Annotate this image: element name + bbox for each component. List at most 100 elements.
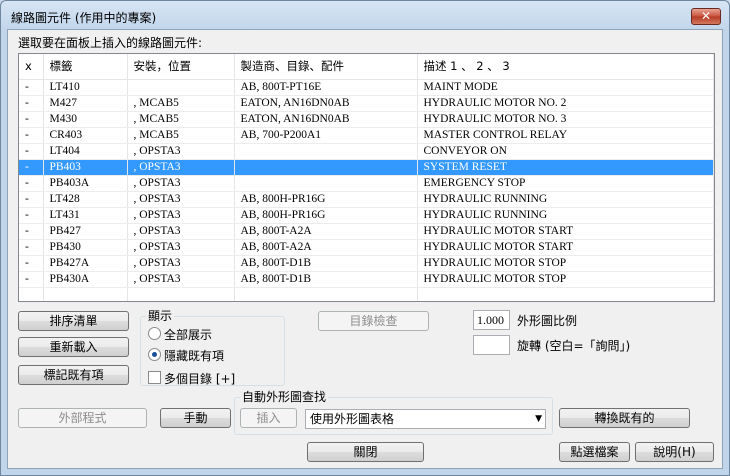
reload-button[interactable]: 重新載入 xyxy=(18,337,129,357)
table-row[interactable]: - PB403, OPSTA3 SYSTEM RESET xyxy=(19,159,714,176)
table-row[interactable]: - LT404, OPSTA3 CONVEYOR ON xyxy=(19,143,714,160)
cell-x: - xyxy=(19,271,44,288)
cell-description: MAINT MODE xyxy=(417,79,714,96)
multi-catalog-label: 多個目錄 [+] xyxy=(164,372,236,386)
cell-location: , OPSTA3 xyxy=(127,223,235,240)
mark-existing-button[interactable]: 標記既有項 xyxy=(18,365,129,385)
cell-x: - xyxy=(19,175,44,192)
cell-location: , OPSTA3 xyxy=(127,239,235,256)
help-button[interactable]: 說明(H) xyxy=(635,442,714,462)
hide-existing-radio[interactable] xyxy=(148,348,161,361)
cell-tag: LT428 xyxy=(43,191,128,208)
cell-tag: M427 xyxy=(43,95,128,112)
empty-cell xyxy=(234,287,418,301)
cell-location: , OPSTA3 xyxy=(127,175,235,192)
table-row[interactable]: - M430, MCAB5 EATON, AN16DN0AB HYDRAULIC MO… xyxy=(19,111,714,128)
cell-location: , MCAB5 xyxy=(127,127,235,144)
component-table: x 標籤 安裝，位置 製造商、目錄、配件 描述 1 、 2 、 3 - LT410… xyxy=(19,54,714,301)
table-row[interactable]: - PB427, OPSTA3 AB, 800T-A2A HYDRAULIC MOTO… xyxy=(19,223,714,240)
empty-cell xyxy=(43,287,128,301)
column-header-catalog[interactable]: 製造商、目錄、配件 xyxy=(234,54,418,80)
lookup-method-value: 使用外形圖表格 xyxy=(310,412,395,426)
cell-location: , OPSTA3 xyxy=(127,191,235,208)
column-header-description[interactable]: 描述 1 、 2 、 3 xyxy=(417,54,714,80)
table-row[interactable]: - CR403, MCAB5 AB, 700-P200A1 MASTER CONTRO… xyxy=(19,127,714,144)
scale-input[interactable]: 1.000 xyxy=(473,310,510,330)
cell-x: - xyxy=(19,143,44,160)
pick-file-button[interactable]: 點選檔案 xyxy=(559,442,630,462)
column-header-tag[interactable]: 標籤 xyxy=(43,54,128,80)
dialog-body: 選取要在面板上插入的線路圖元件: x 標籤 安裝，位置 製造商、目錄、配件 描述… xyxy=(7,29,723,469)
cell-tag: M430 xyxy=(43,111,128,128)
cell-description: HYDRAULIC RUNNING xyxy=(417,207,714,224)
table-row[interactable]: - LT428, OPSTA3 AB, 800H-PR16G HYDRAULIC RU… xyxy=(19,191,714,208)
close-window-button[interactable]: ✕ xyxy=(691,8,721,25)
table-row[interactable]: - PB427A, OPSTA3 AB, 800T-D1B HYDRAULIC MOT… xyxy=(19,255,714,272)
empty-cell xyxy=(127,287,235,301)
cell-catalog: AB, 700-P200A1 xyxy=(234,127,418,144)
insert-button[interactable]: 插入 xyxy=(240,408,297,428)
cell-x: - xyxy=(19,127,44,144)
cell-tag: PB430 xyxy=(43,239,128,256)
empty-row xyxy=(19,287,714,301)
selection-prompt: 選取要在面板上插入的線路圖元件: xyxy=(18,36,203,50)
cell-catalog: AB, 800T-D1B xyxy=(234,271,418,288)
cell-description: HYDRAULIC MOTOR NO. 3 xyxy=(417,111,714,128)
table-row[interactable]: - M427, MCAB5 EATON, AN16DN0AB HYDRAULIC MO… xyxy=(19,95,714,112)
table-row[interactable]: - LT431, OPSTA3 AB, 800H-PR16G HYDRAULIC RU… xyxy=(19,207,714,224)
external-program-button[interactable]: 外部程式 xyxy=(18,408,147,428)
cell-tag: CR403 xyxy=(43,127,128,144)
multi-catalog-checkbox[interactable] xyxy=(148,371,161,384)
cell-catalog: AB, 800H-PR16G xyxy=(234,207,418,224)
table-row[interactable]: - PB430A, OPSTA3 AB, 800T-D1B HYDRAULIC MOT… xyxy=(19,271,714,288)
window-title: 線路圖元件 (作用中的專案) xyxy=(11,11,157,25)
cell-description: HYDRAULIC MOTOR STOP xyxy=(417,271,714,288)
cell-catalog xyxy=(234,175,418,192)
cell-tag: PB403A xyxy=(43,175,128,192)
column-header-location[interactable]: 安裝，位置 xyxy=(127,54,235,80)
convert-existing-button[interactable]: 轉換既有的 xyxy=(559,408,690,428)
display-group-label: 顯示 xyxy=(146,307,175,324)
catalog-check-button[interactable]: 目錄檢查 xyxy=(318,311,429,331)
table-row[interactable]: - LT410 AB, 800T-PT16E MAINT MODE xyxy=(19,79,714,96)
cell-x: - xyxy=(19,255,44,272)
manual-button[interactable]: 手動 xyxy=(160,408,231,428)
cell-x: - xyxy=(19,111,44,128)
table-header: x 標籤 安裝，位置 製造商、目錄、配件 描述 1 、 2 、 3 xyxy=(19,54,714,80)
table-row[interactable]: - PB403A, OPSTA3 EMERGENCY STOP xyxy=(19,175,714,192)
lookup-method-dropdown[interactable]: 使用外形圖表格 ▼ xyxy=(305,409,546,429)
sort-list-button[interactable]: 排序清單 xyxy=(18,311,129,331)
cell-tag: PB403 xyxy=(43,159,128,176)
component-list[interactable]: x 標籤 安裝，位置 製造商、目錄、配件 描述 1 、 2 、 3 - LT410… xyxy=(18,53,715,302)
cell-location: , OPSTA3 xyxy=(127,207,235,224)
cell-catalog: AB, 800T-D1B xyxy=(234,255,418,272)
cell-description: CONVEYOR ON xyxy=(417,143,714,160)
cell-description: HYDRAULIC MOTOR STOP xyxy=(417,255,714,272)
cell-x: - xyxy=(19,95,44,112)
cell-description: EMERGENCY STOP xyxy=(417,175,714,192)
dialog-window: 線路圖元件 (作用中的專案) ✕ 選取要在面板上插入的線路圖元件: x 標籤 安… xyxy=(0,0,730,476)
column-header-x[interactable]: x xyxy=(19,54,44,80)
cell-x: - xyxy=(19,191,44,208)
cell-description: HYDRAULIC MOTOR START xyxy=(417,239,714,256)
cell-catalog: EATON, AN16DN0AB xyxy=(234,111,418,128)
cell-x: - xyxy=(19,79,44,96)
show-all-radio[interactable] xyxy=(148,327,161,340)
cell-tag: LT431 xyxy=(43,207,128,224)
cell-x: - xyxy=(19,223,44,240)
cell-tag: PB427A xyxy=(43,255,128,272)
empty-cell xyxy=(417,287,714,301)
cell-x: - xyxy=(19,207,44,224)
cell-location: , OPSTA3 xyxy=(127,255,235,272)
cell-description: HYDRAULIC MOTOR NO. 2 xyxy=(417,95,714,112)
cell-x: - xyxy=(19,159,44,176)
cell-catalog: AB, 800T-A2A xyxy=(234,239,418,256)
cell-location: , MCAB5 xyxy=(127,95,235,112)
cell-location xyxy=(127,79,235,96)
auto-lookup-label: 自動外形圖查找 xyxy=(240,388,329,405)
rotate-input[interactable] xyxy=(473,335,510,355)
cell-tag: LT410 xyxy=(43,79,128,96)
cell-location: , OPSTA3 xyxy=(127,143,235,160)
table-row[interactable]: - PB430, OPSTA3 AB, 800T-A2A HYDRAULIC MOTO… xyxy=(19,239,714,256)
close-button[interactable]: 關閉 xyxy=(307,442,424,462)
